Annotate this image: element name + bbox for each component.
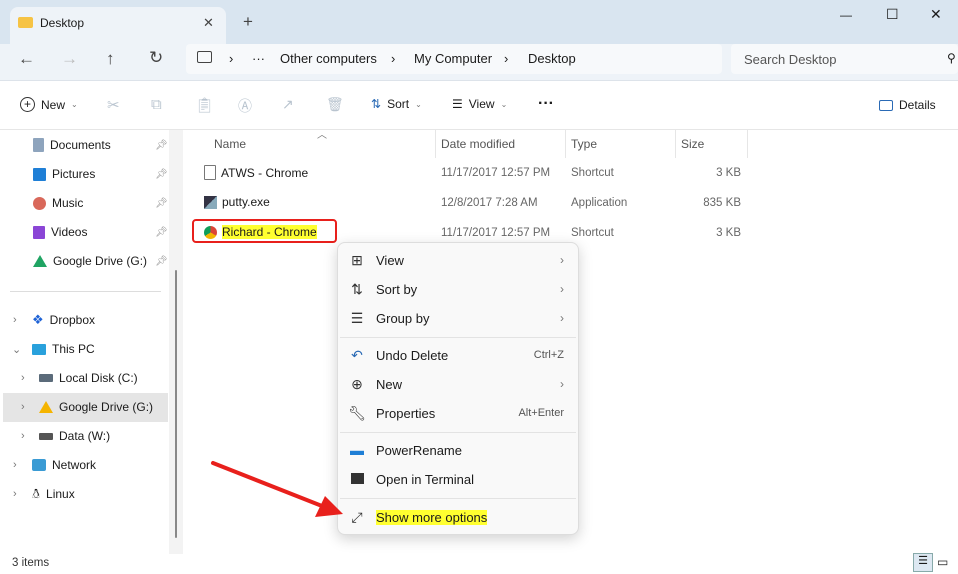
details-view-button[interactable]: ☰ [913, 553, 933, 572]
annotation-arrow [211, 461, 343, 517]
tiles-view-button[interactable]: ▭ [937, 555, 948, 569]
status-item-count: 3 items [12, 557, 50, 569]
